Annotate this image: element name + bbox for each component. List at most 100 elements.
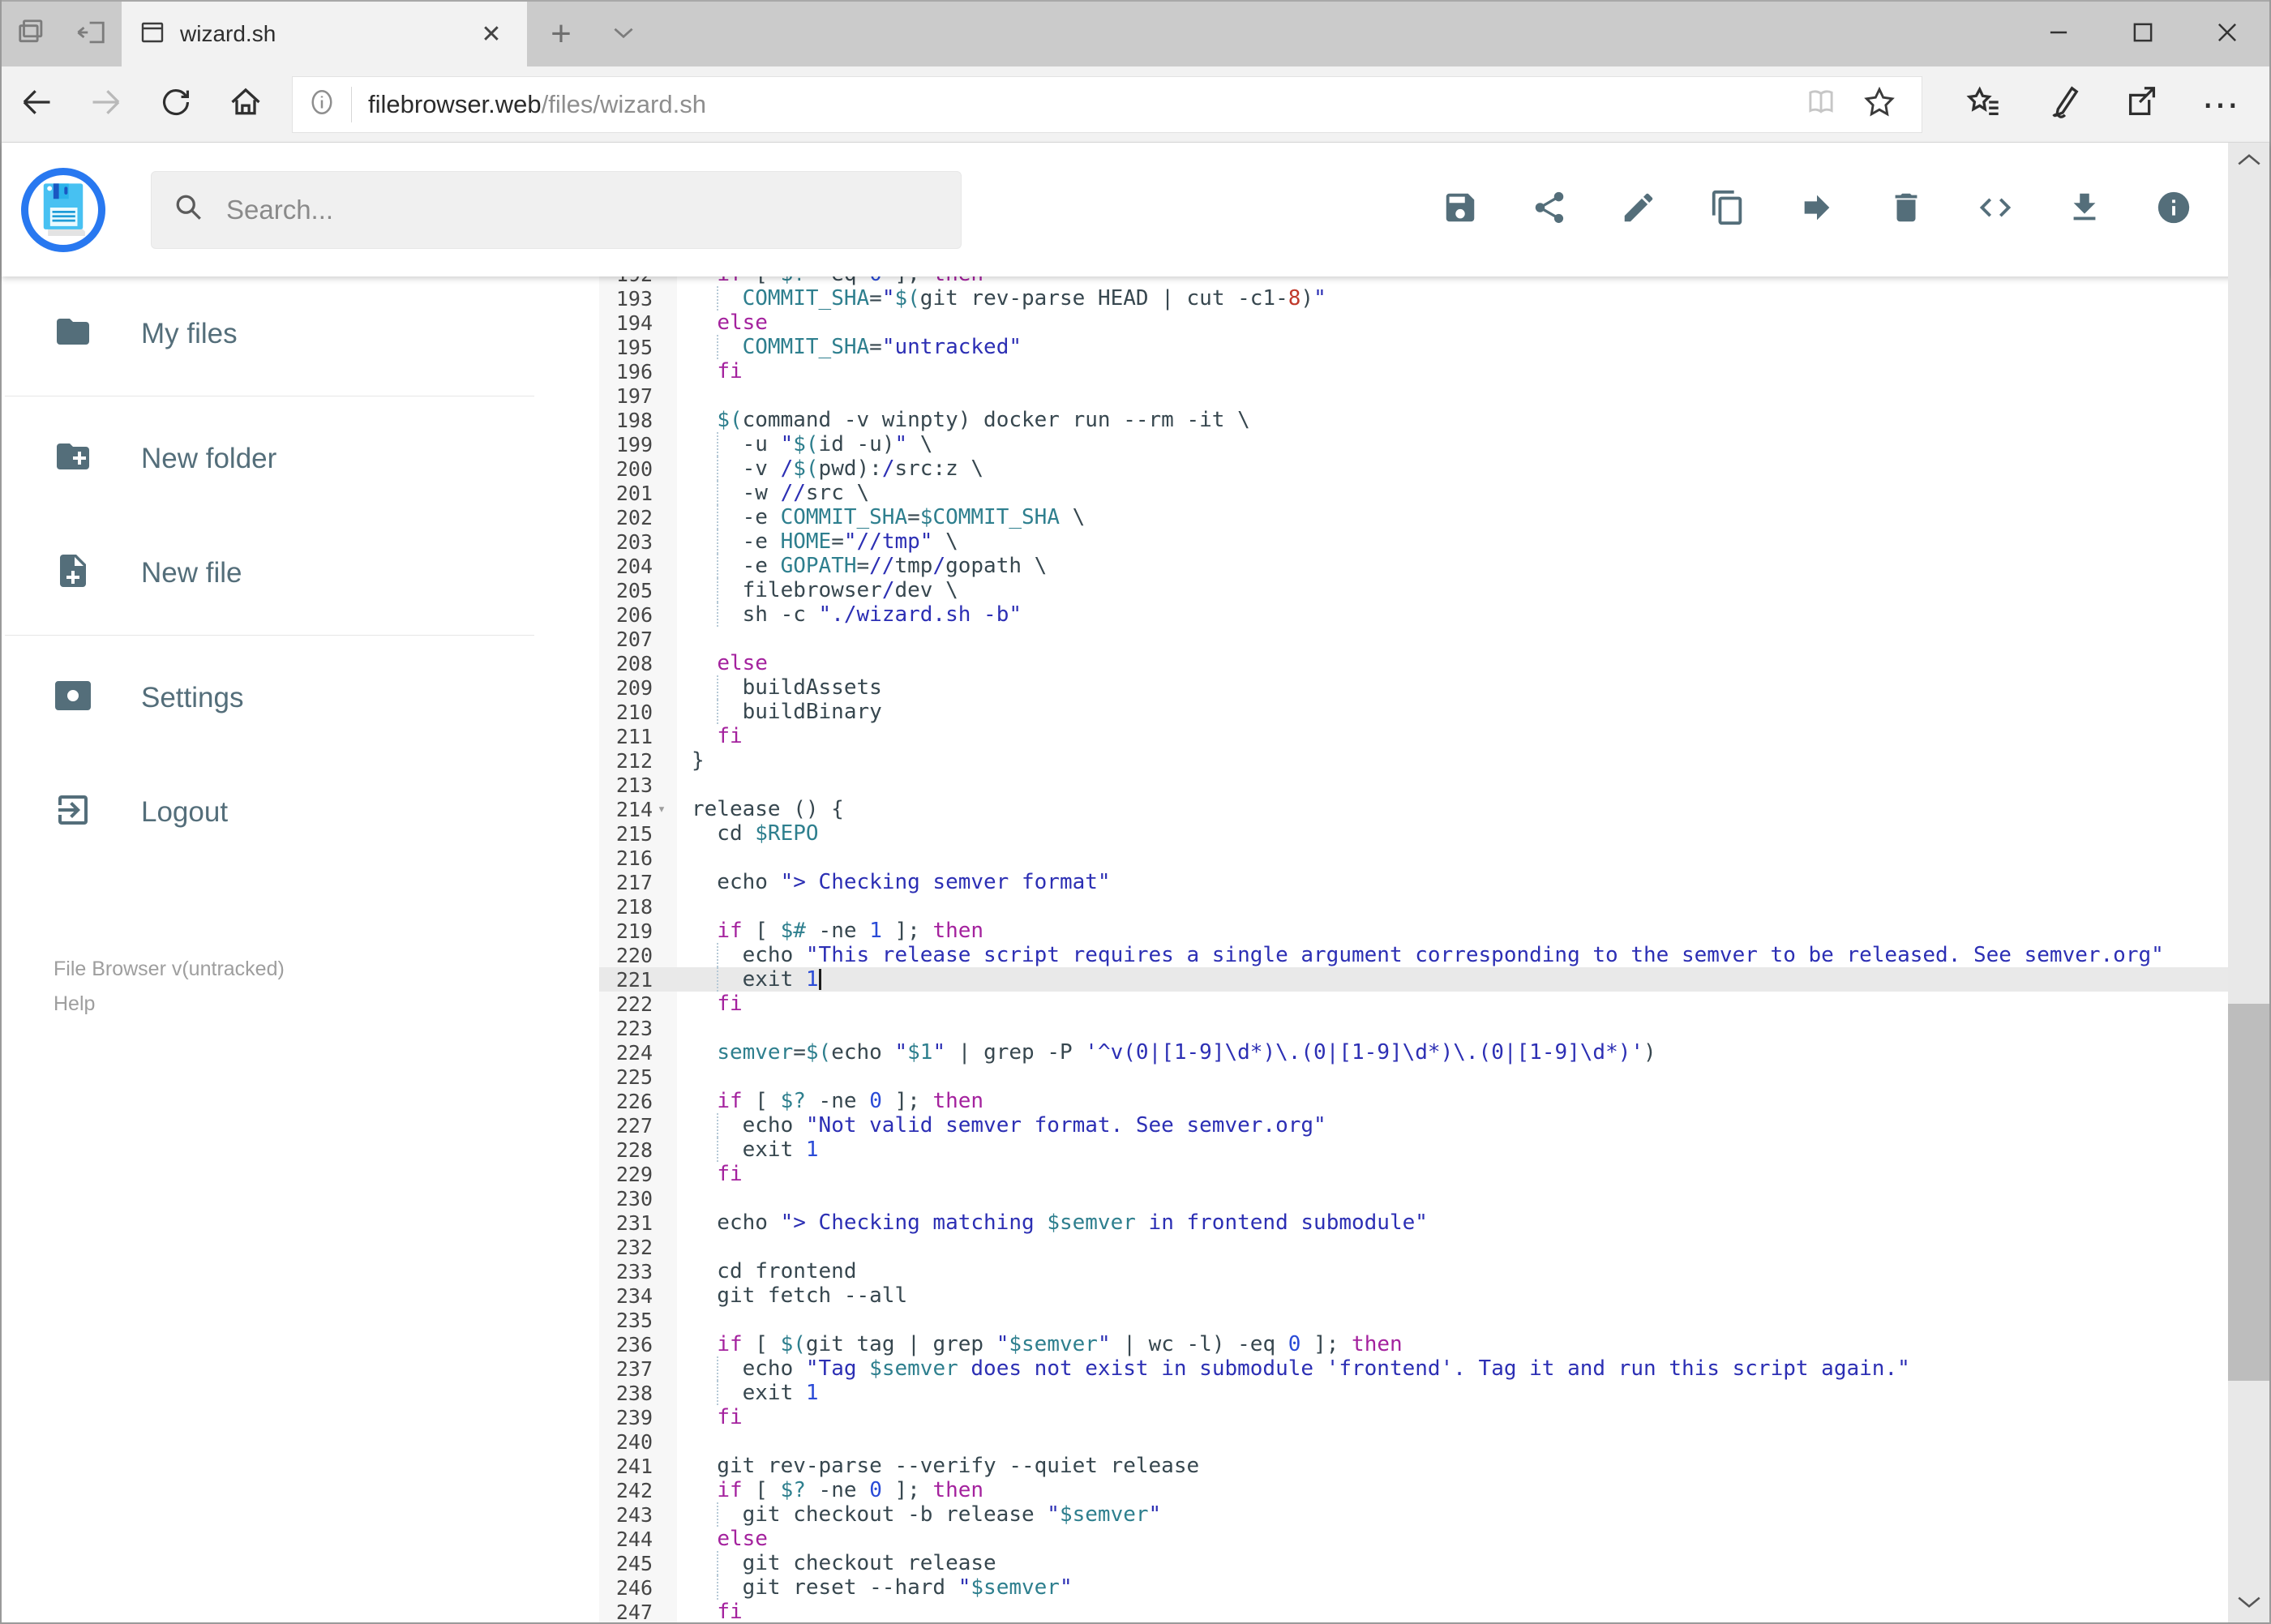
sidebar-item-settings[interactable]: Settings: [2, 641, 599, 755]
code-line[interactable]: 204 -e GOPATH=//tmp/gopath \: [599, 554, 2269, 578]
code-text[interactable]: git fetch --all: [677, 1283, 2269, 1308]
sidebar-item-my-files[interactable]: My files: [2, 276, 599, 391]
code-text[interactable]: if [ $(git tag | grep "$semver" | wc -l)…: [677, 1332, 2269, 1356]
save-button[interactable]: [1428, 178, 1493, 242]
code-line[interactable]: 243 git checkout -b release "$semver": [599, 1502, 2269, 1527]
favorites-hub-button[interactable]: [1943, 72, 2023, 137]
code-button[interactable]: [1963, 178, 2028, 242]
code-line[interactable]: 229 fi: [599, 1162, 2269, 1186]
code-text[interactable]: exit 1: [677, 1381, 2269, 1405]
reading-view-button[interactable]: [1792, 85, 1850, 123]
address-bar[interactable]: filebrowser.web/files/wizard.sh: [292, 75, 1922, 133]
code-text[interactable]: else: [677, 311, 2269, 335]
code-line[interactable]: 206 sh -c "./wizard.sh -b": [599, 602, 2269, 627]
code-text[interactable]: -w //src \: [677, 481, 2269, 505]
code-line[interactable]: 208 else: [599, 651, 2269, 675]
code-text[interactable]: filebrowser/dev \: [677, 578, 2269, 602]
code-text[interactable]: cd $REPO: [677, 821, 2269, 846]
code-line[interactable]: 214 ▾ release () {: [599, 797, 2269, 821]
code-text[interactable]: git reset --hard "$semver": [677, 1575, 2269, 1600]
code-line[interactable]: 223: [599, 1016, 2269, 1040]
code-line[interactable]: 202 -e COMMIT_SHA=$COMMIT_SHA \: [599, 505, 2269, 529]
code-text[interactable]: exit 1: [677, 967, 2269, 992]
code-line[interactable]: 220 echo "This release script requires a…: [599, 943, 2269, 967]
code-text[interactable]: [677, 1065, 2269, 1089]
code-text[interactable]: if [ $? -ne 0 ]; then: [677, 1478, 2269, 1502]
code-line[interactable]: 228 exit 1: [599, 1138, 2269, 1162]
search-input[interactable]: [226, 194, 940, 225]
move-button[interactable]: [1785, 178, 1849, 242]
code-text[interactable]: [677, 1429, 2269, 1454]
code-line[interactable]: 215 cd $REPO: [599, 821, 2269, 846]
forward-button[interactable]: [71, 72, 141, 137]
code-line[interactable]: 199 -u "$(id -u)" \: [599, 432, 2269, 456]
download-button[interactable]: [2052, 178, 2117, 242]
code-line[interactable]: 218: [599, 894, 2269, 919]
code-text[interactable]: fi: [677, 1600, 2269, 1622]
code-text[interactable]: git checkout -b release "$semver": [677, 1502, 2269, 1527]
code-text[interactable]: -u "$(id -u)" \: [677, 432, 2269, 456]
code-line[interactable]: 216: [599, 846, 2269, 870]
code-text[interactable]: if [ $? -eq 0 ]; then: [677, 276, 2269, 286]
code-line[interactable]: 201 -w //src \: [599, 481, 2269, 505]
code-text[interactable]: fi: [677, 724, 2269, 748]
code-text[interactable]: echo "This release script requires a sin…: [677, 943, 2269, 967]
scrollbar-thumb[interactable]: [2228, 1004, 2269, 1381]
code-line[interactable]: 241 git rev-parse --verify --quiet relea…: [599, 1454, 2269, 1478]
back-button[interactable]: [2, 72, 71, 137]
search-box[interactable]: [151, 170, 962, 249]
code-line[interactable]: 242 if [ $? -ne 0 ]; then: [599, 1478, 2269, 1502]
code-text[interactable]: }: [677, 748, 2269, 773]
code-line[interactable]: 227 echo "Not valid semver format. See s…: [599, 1113, 2269, 1138]
code-text[interactable]: semver=$(echo "$1" | grep -P '^v(0|[1-9]…: [677, 1040, 2269, 1065]
code-text[interactable]: -e COMMIT_SHA=$COMMIT_SHA \: [677, 505, 2269, 529]
code-line[interactable]: 234 git fetch --all: [599, 1283, 2269, 1308]
browser-tab[interactable]: wizard.sh ✕: [122, 2, 527, 66]
window-minimize-button[interactable]: [2016, 2, 2101, 66]
code-line[interactable]: 231 echo "> Checking matching $semver in…: [599, 1211, 2269, 1235]
code-text[interactable]: echo "Not valid semver format. See semve…: [677, 1113, 2269, 1138]
code-line[interactable]: 200 -v /$(pwd):/src:z \: [599, 456, 2269, 481]
code-text[interactable]: [677, 846, 2269, 870]
code-line[interactable]: 197: [599, 384, 2269, 408]
code-line[interactable]: 233 cd frontend: [599, 1259, 2269, 1283]
code-editor[interactable]: 192 if [ $? -eq 0 ]; then193 COMMIT_SHA=…: [599, 276, 2269, 1622]
code-line[interactable]: 196 fi: [599, 359, 2269, 384]
scroll-up-button[interactable]: [2228, 143, 2269, 178]
code-text[interactable]: COMMIT_SHA="untracked": [677, 335, 2269, 359]
code-text[interactable]: buildAssets: [677, 675, 2269, 700]
code-text[interactable]: [677, 627, 2269, 651]
code-text[interactable]: -e HOME="//tmp" \: [677, 529, 2269, 554]
code-line[interactable]: 221 exit 1: [599, 967, 2269, 992]
code-text[interactable]: [677, 384, 2269, 408]
scroll-down-button[interactable]: [2228, 1587, 2269, 1622]
code-text[interactable]: release () {: [677, 797, 2269, 821]
code-line[interactable]: 207: [599, 627, 2269, 651]
code-text[interactable]: -v /$(pwd):/src:z \: [677, 456, 2269, 481]
code-line[interactable]: 219 if [ $# -ne 1 ]; then: [599, 919, 2269, 943]
code-line[interactable]: 245 git checkout release: [599, 1551, 2269, 1575]
code-line[interactable]: 195 COMMIT_SHA="untracked": [599, 335, 2269, 359]
code-text[interactable]: exit 1: [677, 1138, 2269, 1162]
edit-button[interactable]: [1606, 178, 1671, 242]
code-text[interactable]: if [ $? -ne 0 ]; then: [677, 1089, 2269, 1113]
code-text[interactable]: echo "Tag $semver does not exist in subm…: [677, 1356, 2269, 1381]
copy-button[interactable]: [1695, 178, 1760, 242]
code-line[interactable]: 222 fi: [599, 992, 2269, 1016]
web-note-button[interactable]: [2023, 72, 2102, 137]
code-line[interactable]: 203 -e HOME="//tmp" \: [599, 529, 2269, 554]
sidebar-item-logout[interactable]: Logout: [2, 755, 599, 869]
code-line[interactable]: 209 buildAssets: [599, 675, 2269, 700]
code-line[interactable]: 212}: [599, 748, 2269, 773]
home-button[interactable]: [211, 72, 281, 137]
code-line[interactable]: 192 if [ $? -eq 0 ]; then: [599, 276, 2269, 286]
code-line[interactable]: 224 semver=$(echo "$1" | grep -P '^v(0|[…: [599, 1040, 2269, 1065]
code-text[interactable]: cd frontend: [677, 1259, 2269, 1283]
code-line[interactable]: 217 echo "> Checking semver format": [599, 870, 2269, 894]
code-text[interactable]: [677, 1186, 2269, 1211]
tab-preview-button[interactable]: [595, 2, 652, 66]
page-scrollbar[interactable]: [2228, 143, 2269, 1622]
code-line[interactable]: 226 if [ $? -ne 0 ]; then: [599, 1089, 2269, 1113]
code-line[interactable]: 232: [599, 1235, 2269, 1259]
code-line[interactable]: 230: [599, 1186, 2269, 1211]
